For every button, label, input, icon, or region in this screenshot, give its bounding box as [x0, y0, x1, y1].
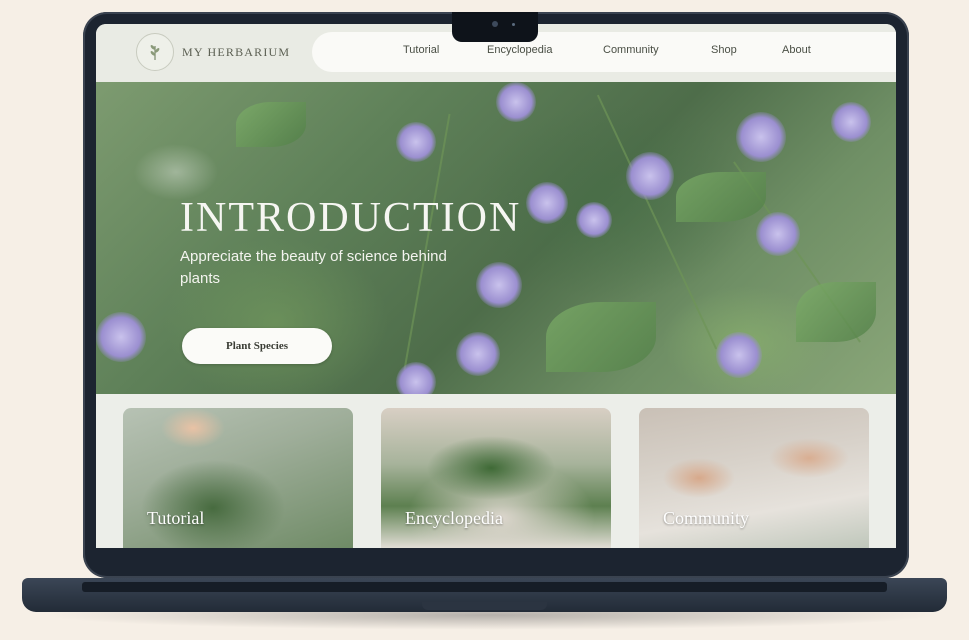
camera-indicator-icon [512, 23, 515, 26]
laptop-screen: MY HERBARIUM Tutorial Encyclopedia Commu… [96, 24, 896, 548]
brand-name[interactable]: MY HERBARIUM [182, 45, 290, 60]
encyclopedia-card[interactable]: Encyclopedia [381, 408, 611, 548]
violet-flower [396, 362, 436, 394]
keyboard-edge [82, 582, 887, 592]
webcam-icon [492, 21, 498, 27]
violet-flower [716, 332, 762, 378]
leaf [546, 302, 656, 372]
violet-flower [756, 212, 800, 256]
violet-flower [396, 122, 436, 162]
leaf [676, 172, 766, 222]
camera-notch [452, 12, 538, 42]
nav-item-shop[interactable]: Shop [711, 44, 737, 56]
card-label: Encyclopedia [405, 508, 503, 528]
nav-item-about[interactable]: About [782, 44, 811, 56]
logo[interactable] [136, 33, 174, 71]
violet-flower [831, 102, 871, 142]
violet-flower [496, 82, 536, 122]
violet-flower [456, 332, 500, 376]
violet-flower [96, 312, 146, 362]
violet-flower [526, 182, 568, 224]
tutorial-card[interactable]: Tutorial [123, 408, 353, 548]
nav-item-encyclopedia[interactable]: Encyclopedia [487, 44, 552, 56]
lid-notch [422, 602, 547, 610]
violet-flower [576, 202, 612, 238]
leaf [796, 282, 876, 342]
nav-item-community[interactable]: Community [603, 44, 659, 56]
card-label: Tutorial [147, 508, 205, 528]
laptop-base [22, 578, 947, 612]
community-card[interactable]: Community [639, 408, 869, 548]
violet-flower [736, 112, 786, 162]
leaf-sprig-icon [150, 45, 160, 60]
violet-flower [626, 152, 674, 200]
violet-flower [476, 262, 522, 308]
hero-title: INTRODUCTION [180, 195, 522, 241]
plant-species-button[interactable]: Plant Species [182, 328, 332, 364]
hero-banner: INTRODUCTION Appreciate the beauty of sc… [96, 82, 896, 394]
hero-subtitle: Appreciate the beauty of science behind … [180, 248, 447, 287]
leaf [236, 102, 306, 147]
feature-cards: Tutorial Encyclopedia Community [96, 394, 896, 548]
nav-item-tutorial[interactable]: Tutorial [403, 44, 439, 56]
card-label: Community [663, 508, 750, 528]
